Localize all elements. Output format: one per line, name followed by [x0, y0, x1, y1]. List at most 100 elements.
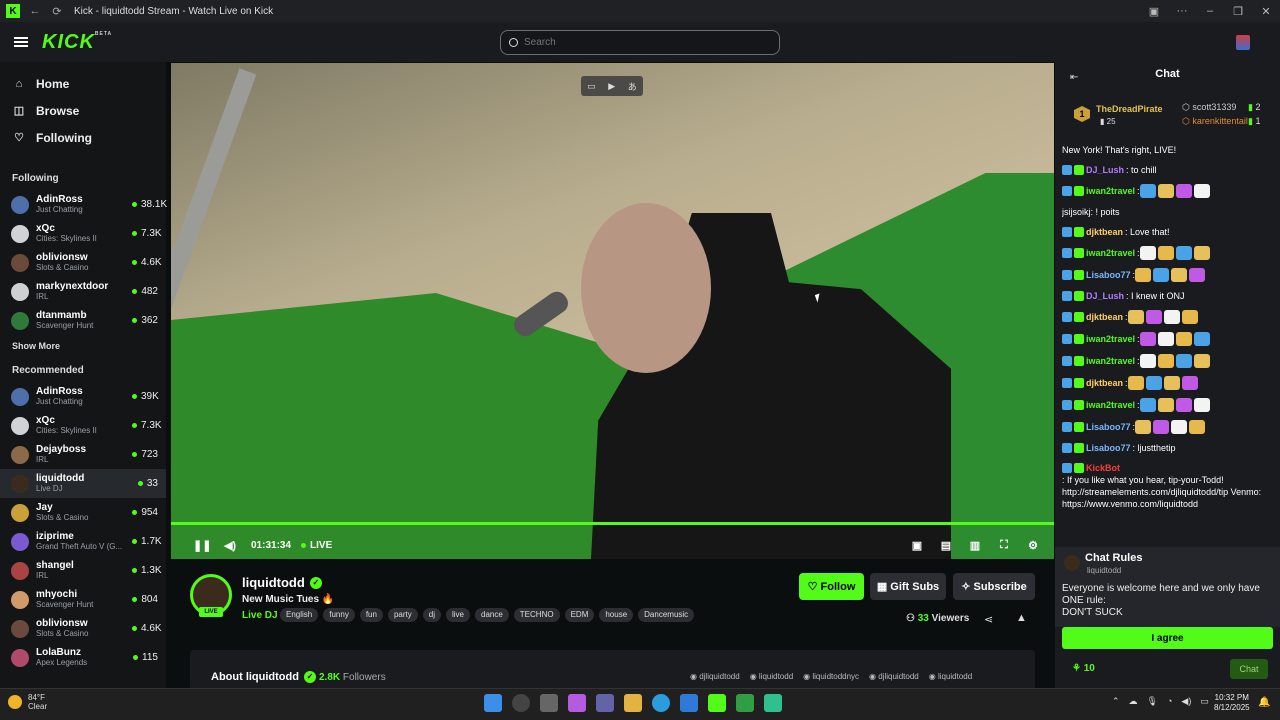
channel-name[interactable]: liquidtodd ✓ [242, 575, 322, 590]
gift-subs-button[interactable]: ▦ Gift Subs [870, 573, 946, 600]
show-more-link[interactable]: Show More [0, 341, 166, 351]
battery-icon[interactable]: ▭ [1200, 696, 1209, 707]
tag[interactable]: dance [475, 608, 509, 622]
menu-icon[interactable] [14, 37, 28, 47]
chat-username[interactable]: Lisaboo77 [1086, 421, 1131, 433]
sidebar-channel[interactable]: mhyochi Scavenger Hunt 804 [0, 585, 166, 614]
chat-username[interactable]: DJ_Lush [1086, 290, 1124, 302]
subscribe-button[interactable]: ✧ Subscribe [953, 573, 1035, 600]
sidebar-channel[interactable]: xQc Cities: Skylines II 7.3K [0, 411, 166, 440]
progress-bar[interactable] [171, 522, 1054, 525]
tag[interactable]: party [387, 608, 418, 622]
share-icon[interactable]: ⋖ [984, 613, 993, 626]
tag[interactable]: Dancemusic [638, 608, 695, 622]
sidebar-channel[interactable]: AdinRoss Just Chatting 38.1K [0, 190, 167, 219]
sidebar-channel[interactable]: dtanmamb Scavenger Hunt 362 [0, 306, 166, 335]
tag[interactable]: fun [359, 608, 383, 622]
pip-icon[interactable]: ▭ [587, 81, 596, 92]
mail-icon[interactable] [680, 694, 698, 712]
onedrive-icon[interactable]: ☁ [1129, 696, 1138, 707]
chevron-up-icon[interactable]: ⌃ [1112, 696, 1120, 707]
kick-logo[interactable]: KICKBETA [42, 31, 112, 54]
sidebar-channel[interactable]: markynextdoor IRL 482 [0, 277, 166, 306]
refresh-icon[interactable]: ⟳ [46, 5, 68, 18]
file-explorer-icon[interactable] [624, 694, 642, 712]
chat-username[interactable]: iwan2travel [1086, 247, 1135, 259]
speaker-icon[interactable]: ◀) [1181, 696, 1191, 707]
nav-home[interactable]: ⌂ Home [0, 70, 166, 97]
youtube-link[interactable]: ◉ liquidtoddnyc [803, 672, 859, 681]
volume-icon[interactable]: ◀) [223, 539, 237, 552]
tag[interactable]: EDM [564, 608, 595, 622]
instagram-link[interactable]: ◉ liquidtodd [750, 672, 793, 681]
tag[interactable]: dj [422, 608, 441, 622]
tag[interactable]: house [599, 608, 634, 622]
chat-username[interactable]: DJ_Lush [1086, 164, 1124, 176]
video-player[interactable] [171, 63, 1054, 559]
report-icon[interactable]: ▲ [1016, 612, 1027, 624]
restore-icon[interactable]: ❐ [1224, 5, 1252, 18]
agree-button[interactable]: I agree [1062, 627, 1273, 649]
notification-icon[interactable]: 🔔 [1258, 697, 1270, 708]
user-avatar[interactable] [1236, 35, 1250, 50]
send-chat-button[interactable]: Chat [1230, 659, 1268, 679]
search-bar[interactable] [500, 30, 780, 55]
close-icon[interactable]: ✕ [1252, 5, 1280, 18]
search-taskbar-icon[interactable] [512, 694, 530, 712]
chat-username[interactable]: KickBot [1086, 462, 1120, 474]
sidebar-channel[interactable]: iziprime Grand Theft Auto V (G... 1.7K [0, 527, 166, 556]
clip-icon[interactable]: ▶ [608, 81, 615, 92]
stream-category[interactable]: Live DJ [242, 610, 278, 621]
back-icon[interactable]: ← [24, 5, 46, 17]
weather-widget[interactable]: 84°F Clear [8, 693, 47, 711]
nav-browse[interactable]: ◫ Browse [0, 97, 166, 124]
app-icon[interactable]: ▣ [1140, 5, 1168, 18]
leader-name[interactable]: TheDreadPirate [1096, 104, 1163, 114]
tag[interactable]: English [280, 608, 319, 622]
leader-name[interactable]: ⬡ scott31339 [1182, 102, 1236, 113]
chat-username[interactable]: iwan2travel [1086, 355, 1135, 367]
chat-username[interactable]: Lisaboo77 [1086, 442, 1131, 454]
chat-username[interactable]: djktbean [1086, 377, 1123, 389]
teams-icon[interactable] [596, 694, 614, 712]
task-view-icon[interactable] [540, 694, 558, 712]
sidebar-channel[interactable]: Dejayboss IRL 723 [0, 440, 166, 469]
start-icon[interactable] [484, 694, 502, 712]
clock[interactable]: 10:32 PM 8/12/2025 [1214, 693, 1250, 713]
sidebar-channel[interactable]: LolaBunz Apex Legends 115 [0, 643, 166, 672]
sidebar-channel[interactable]: liquidtodd Live DJ 33 [0, 469, 166, 498]
copilot-icon[interactable] [568, 694, 586, 712]
cinema-icon[interactable]: ▥ [968, 539, 982, 552]
xbox-icon[interactable] [736, 694, 754, 712]
chat-username[interactable]: iwan2travel [1086, 333, 1135, 345]
miniplayer-icon[interactable]: ▣ [910, 539, 924, 552]
tag[interactable]: funny [323, 608, 355, 622]
translate-icon[interactable]: あ [628, 80, 637, 93]
tag[interactable]: live [445, 608, 470, 622]
follow-button[interactable]: ♡ Follow [799, 573, 864, 600]
sidebar-channel[interactable]: oblivionsw Slots & Casino 4.6K [0, 614, 166, 643]
sidebar-channel[interactable]: Jay Slots & Casino 954 [0, 498, 166, 527]
sidebar-channel[interactable]: shangel IRL 1.3K [0, 556, 166, 585]
more-icon[interactable]: ··· [1168, 5, 1196, 18]
pause-icon[interactable]: ❚❚ [193, 539, 211, 552]
tag[interactable]: TECHNO [513, 608, 560, 622]
theater-icon[interactable]: ▤ [939, 539, 953, 552]
fullscreen-icon[interactable]: ⛶ [997, 539, 1011, 552]
chat-username[interactable]: Lisaboo77 [1086, 269, 1131, 281]
wifi-icon[interactable]: ◔ [1167, 696, 1172, 707]
tiktok-link[interactable]: ◉ liquidtodd [929, 672, 972, 681]
sidebar-channel[interactable]: xQc Cities: Skylines II 7.3K [0, 219, 166, 248]
minimize-icon[interactable]: – [1196, 5, 1224, 18]
edge-icon[interactable] [652, 694, 670, 712]
settings-icon[interactable]: ⚙ [1026, 539, 1040, 552]
microphone-icon[interactable]: 🎙 [1147, 696, 1158, 707]
leader-name[interactable]: ⬡ karenkittentail [1182, 116, 1248, 127]
chat-username[interactable]: iwan2travel [1086, 399, 1135, 411]
sidebar-channel[interactable]: oblivionsw Slots & Casino 4.6K [0, 248, 166, 277]
discord-link[interactable]: ◉ djliquidtodd [869, 672, 919, 681]
chat-username[interactable]: djktbean [1086, 311, 1123, 323]
channel-points[interactable]: ⚘ 10 [1072, 663, 1095, 674]
search-input[interactable] [524, 37, 764, 48]
chat-username[interactable]: djktbean [1086, 226, 1123, 238]
